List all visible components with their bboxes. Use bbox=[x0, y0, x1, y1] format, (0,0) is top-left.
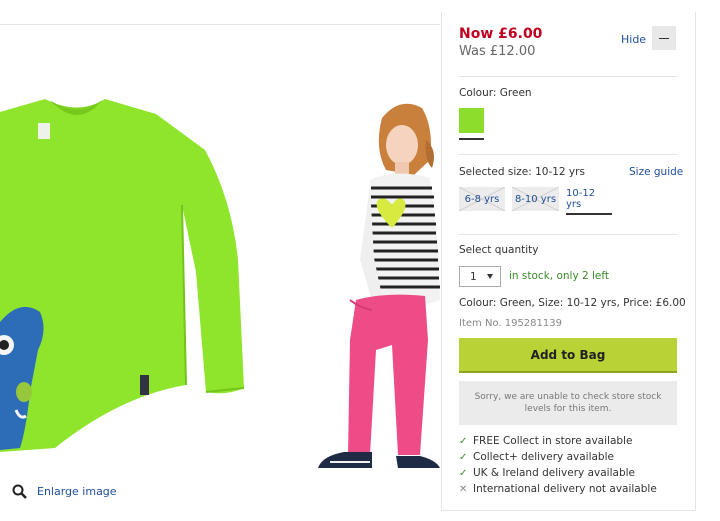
price-was: Was £12.00 bbox=[459, 44, 536, 59]
dropdown-caret-icon bbox=[487, 274, 493, 279]
magnifier-icon bbox=[12, 484, 27, 499]
delivery-option: ✓ UK & Ireland delivery available bbox=[459, 465, 679, 481]
size-option-label: 10-12 yrs bbox=[566, 188, 596, 210]
purchase-panel: Now £6.00 Was £12.00 Hide Colour: Green … bbox=[441, 12, 696, 511]
quantity-select[interactable]: 1 bbox=[459, 266, 501, 287]
size-option-label: 8-10 yrs bbox=[514, 193, 557, 205]
quantity-title: Select quantity bbox=[459, 244, 539, 256]
size-option-6-8[interactable]: 6-8 yrs bbox=[459, 187, 505, 211]
selection-summary: Colour: Green, Size: 10-12 yrs, Price: £… bbox=[459, 297, 686, 309]
product-image[interactable] bbox=[0, 25, 440, 470]
check-icon: ✓ bbox=[459, 451, 468, 463]
size-option-label: 6-8 yrs bbox=[464, 193, 500, 205]
swatch-selected-indicator bbox=[459, 138, 484, 140]
item-number: Item No. 195281139 bbox=[459, 318, 562, 329]
delivery-text: UK & Ireland delivery available bbox=[473, 467, 635, 479]
size-option-8-10[interactable]: 8-10 yrs bbox=[512, 187, 559, 211]
size-selected-indicator bbox=[566, 213, 612, 215]
add-to-bag-button[interactable]: Add to Bag bbox=[459, 338, 677, 371]
delivery-text: International delivery not available bbox=[473, 483, 657, 495]
selected-size-label: Selected size: 10-12 yrs bbox=[459, 166, 585, 178]
tshirt-illustration bbox=[0, 99, 245, 452]
size-guide-link[interactable]: Size guide bbox=[629, 166, 683, 178]
model-illustration bbox=[318, 103, 440, 468]
size-option-10-12[interactable]: 10-12 yrs bbox=[566, 187, 612, 211]
store-stock-message: Sorry, we are unable to check store stoc… bbox=[459, 381, 677, 425]
delivery-option: ✓ FREE Collect in store available bbox=[459, 433, 679, 449]
price-now: Now £6.00 bbox=[459, 26, 543, 42]
check-icon: ✓ bbox=[459, 435, 468, 447]
cross-icon: ✕ bbox=[459, 483, 468, 495]
product-photo bbox=[0, 99, 440, 468]
stock-status: in stock, only 2 left bbox=[509, 270, 610, 282]
delivery-options: ✓ FREE Collect in store available ✓ Coll… bbox=[459, 433, 679, 497]
collapse-button[interactable] bbox=[652, 26, 676, 50]
divider bbox=[459, 234, 677, 235]
check-icon: ✓ bbox=[459, 467, 468, 479]
delivery-option: ✕ International delivery not available bbox=[459, 481, 679, 497]
colour-label: Colour: Green bbox=[459, 87, 532, 99]
delivery-option: ✓ Collect+ delivery available bbox=[459, 449, 679, 465]
quantity-value: 1 bbox=[470, 270, 477, 283]
delivery-text: Collect+ delivery available bbox=[473, 451, 614, 463]
minus-icon bbox=[659, 37, 669, 39]
divider bbox=[459, 154, 677, 155]
delivery-text: FREE Collect in store available bbox=[473, 435, 633, 447]
enlarge-image-link[interactable]: Enlarge image bbox=[12, 484, 117, 499]
hide-link[interactable]: Hide bbox=[621, 33, 646, 46]
colour-swatch-green[interactable] bbox=[459, 108, 484, 133]
divider bbox=[459, 76, 677, 77]
enlarge-image-label: Enlarge image bbox=[37, 485, 117, 498]
